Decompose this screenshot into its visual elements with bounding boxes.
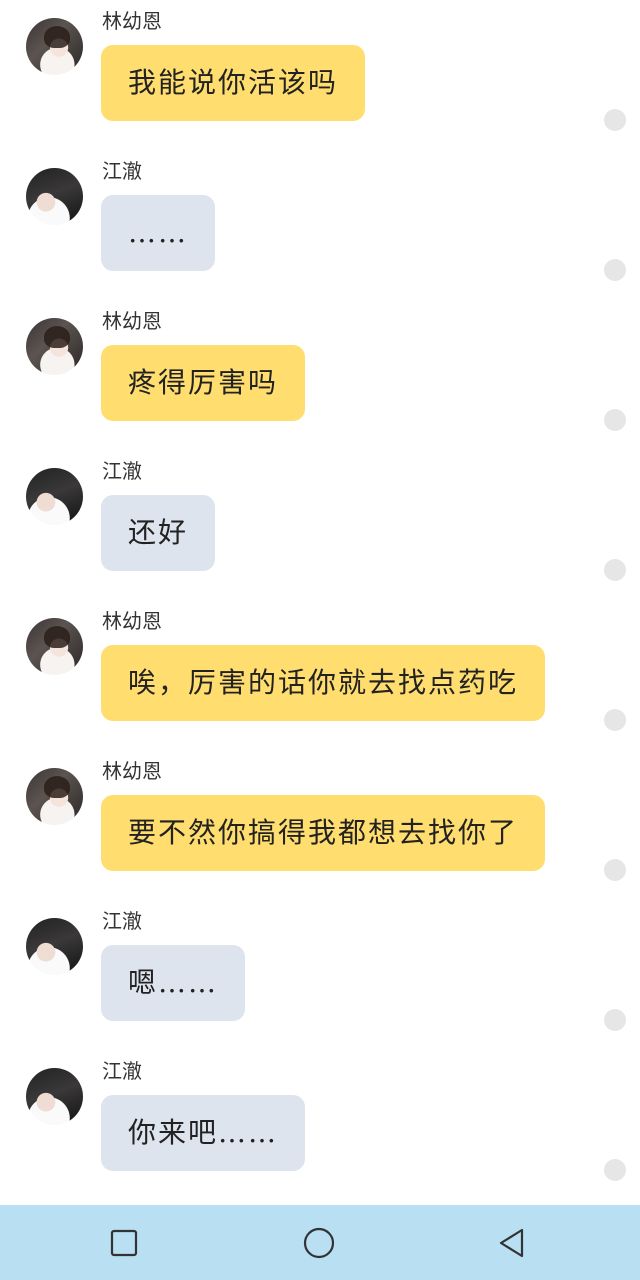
read-status-dot (604, 1159, 626, 1181)
read-status-dot (604, 709, 626, 731)
message-row: 江澈 你来吧…… (0, 1050, 640, 1200)
read-status-dot (604, 559, 626, 581)
message-row: 林幼恩 我能说你活该吗 (0, 0, 640, 150)
message-row: 江澈 还好 (0, 450, 640, 600)
message-bubble[interactable]: 疼得厉害吗 (101, 345, 306, 421)
message-bubble[interactable]: 嗯…… (101, 945, 246, 1021)
sender-name: 江澈 (102, 1059, 142, 1083)
sender-name: 林幼恩 (102, 609, 162, 633)
sender-name: 林幼恩 (102, 309, 162, 333)
message-bubble[interactable]: 唉，厉害的话你就去找点药吃 (101, 645, 546, 721)
sender-name: 江澈 (102, 909, 142, 933)
avatar[interactable] (26, 168, 83, 225)
read-status-dot (604, 259, 626, 281)
avatar[interactable] (26, 918, 83, 975)
read-status-dot (604, 409, 626, 431)
square-recents-icon (110, 1229, 138, 1257)
message-bubble[interactable]: …… (101, 195, 215, 271)
avatar[interactable] (26, 18, 83, 75)
message-bubble[interactable]: 还好 (101, 495, 216, 571)
sender-name: 林幼恩 (102, 9, 162, 33)
navigation-bar (0, 1205, 640, 1280)
message-row: 林幼恩 唉，厉害的话你就去找点药吃 (0, 600, 640, 750)
message-row: 江澈 …… (0, 150, 640, 300)
circle-home-icon (303, 1227, 335, 1259)
avatar[interactable] (26, 468, 83, 525)
recents-button[interactable] (106, 1225, 142, 1261)
chat-list[interactable]: 林幼恩 我能说你活该吗 江澈 …… 林幼恩 疼得厉害吗 江澈 还好 林幼恩 唉，… (0, 0, 640, 1205)
sender-name: 林幼恩 (102, 759, 162, 783)
sender-name: 江澈 (102, 459, 142, 483)
triangle-back-icon (499, 1228, 524, 1258)
back-button[interactable] (494, 1225, 530, 1261)
message-row: 林幼恩 疼得厉害吗 (0, 300, 640, 450)
read-status-dot (604, 859, 626, 881)
message-bubble[interactable]: 你来吧…… (101, 1095, 306, 1171)
avatar[interactable] (26, 618, 83, 675)
read-status-dot (604, 1009, 626, 1031)
message-row: 江澈 嗯…… (0, 900, 640, 1050)
message-bubble[interactable]: 我能说你活该吗 (101, 45, 366, 121)
home-button[interactable] (301, 1225, 337, 1261)
avatar[interactable] (26, 318, 83, 375)
avatar[interactable] (26, 1068, 83, 1125)
message-bubble[interactable]: 要不然你搞得我都想去找你了 (101, 795, 546, 871)
read-status-dot (604, 109, 626, 131)
avatar[interactable] (26, 768, 83, 825)
sender-name: 江澈 (102, 159, 142, 183)
message-row: 林幼恩 要不然你搞得我都想去找你了 (0, 750, 640, 900)
